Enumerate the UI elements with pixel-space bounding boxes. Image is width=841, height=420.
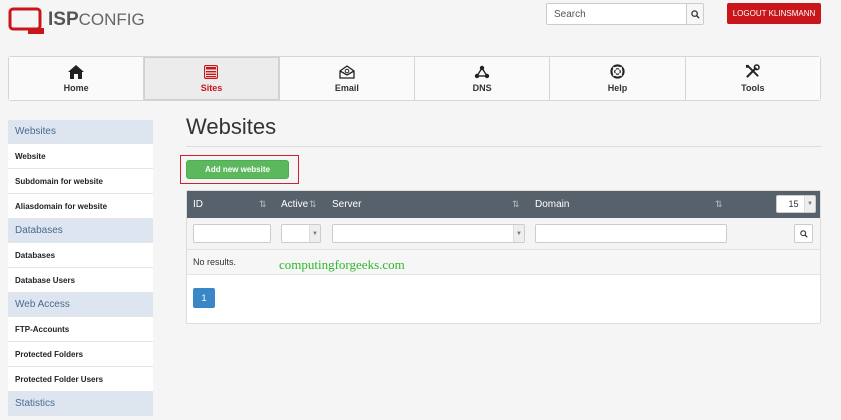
main-nav: Home Sites Email DNS Help Tools: [8, 56, 821, 101]
table-header: ID ⇅ Active ⇅ Server ⇅ Domain ⇅ 15 ▼: [187, 191, 820, 218]
per-page-value: 15: [788, 199, 799, 209]
logo-icon: [8, 7, 44, 34]
column-header-domain[interactable]: Domain: [535, 191, 569, 218]
chevron-down-icon: ▼: [309, 225, 320, 242]
tab-home-label: Home: [63, 82, 89, 93]
sidebar-section-databases: Databases: [8, 219, 153, 243]
sort-domain-icon[interactable]: ⇅: [715, 199, 723, 210]
help-icon: [610, 64, 625, 79]
tab-email[interactable]: Email: [279, 57, 415, 100]
sidebar-section-web-access: Web Access: [8, 293, 153, 317]
sites-icon: [204, 64, 219, 79]
sidebar: Websites Website Subdomain for website A…: [8, 120, 153, 416]
search-icon: [799, 229, 808, 238]
sidebar-item-aliasdomain[interactable]: Aliasdomain for website: [8, 194, 153, 219]
tab-sites[interactable]: Sites: [144, 57, 280, 100]
logo-rest-text: CONFIG: [78, 10, 145, 29]
sidebar-item-database-users[interactable]: Database Users: [8, 268, 153, 293]
column-header-active[interactable]: Active: [281, 191, 308, 218]
add-new-website-button[interactable]: Add new website: [186, 160, 289, 179]
tab-sites-label: Sites: [200, 82, 223, 93]
filter-server-select[interactable]: ▼: [332, 224, 525, 243]
column-header-server[interactable]: Server: [332, 191, 361, 218]
pagination-page-1[interactable]: 1: [193, 288, 215, 308]
tab-email-label: Email: [334, 82, 359, 93]
sort-active-icon[interactable]: ⇅: [309, 199, 317, 210]
sidebar-item-subdomain[interactable]: Subdomain for website: [8, 169, 153, 194]
dns-icon: [474, 65, 490, 78]
sidebar-item-databases[interactable]: Databases: [8, 243, 153, 268]
filter-domain-input[interactable]: [535, 224, 727, 243]
sidebar-section-websites: Websites: [8, 120, 153, 144]
tab-help-label: Help: [607, 83, 628, 93]
tab-dns-label: DNS: [472, 82, 492, 93]
column-header-id[interactable]: ID: [193, 191, 203, 218]
watermark-text: computingforgeeks.com: [279, 257, 405, 272]
home-icon: [68, 64, 85, 79]
tab-tools[interactable]: Tools: [685, 57, 820, 100]
sidebar-item-website[interactable]: Website: [8, 144, 153, 169]
logo-bold-text: ISP: [48, 9, 79, 30]
tab-help[interactable]: Help: [550, 57, 686, 100]
search-box: [546, 3, 704, 25]
search-input[interactable]: [547, 4, 686, 24]
title-divider: [186, 146, 821, 147]
filter-active-select[interactable]: ▼: [281, 224, 321, 243]
tab-dns[interactable]: DNS: [414, 57, 551, 100]
ispconfig-logo[interactable]: ISPCONFIG: [8, 6, 168, 36]
chevron-down-icon: ▼: [513, 225, 524, 242]
sort-id-icon[interactable]: ⇅: [259, 199, 267, 210]
tools-icon: [746, 64, 761, 78]
tab-tools-label: Tools: [741, 83, 765, 93]
search-icon: [690, 9, 700, 19]
search-button[interactable]: [686, 4, 703, 24]
filter-id-input[interactable]: [193, 224, 271, 243]
sort-server-icon[interactable]: ⇅: [512, 199, 520, 210]
logout-button[interactable]: LOGOUT KLINSMANN: [727, 3, 821, 24]
sidebar-item-ftp-accounts[interactable]: FTP-Accounts: [8, 317, 153, 342]
chevron-down-icon: ▼: [804, 196, 815, 212]
tab-home[interactable]: Home: [9, 57, 145, 100]
filter-row: ▼ ▼: [187, 218, 820, 250]
per-page-select[interactable]: 15 ▼: [776, 195, 816, 213]
email-icon: [339, 64, 355, 79]
sidebar-item-protected-folders[interactable]: Protected Folders: [8, 342, 153, 367]
page-title: Websites: [186, 114, 277, 139]
sidebar-item-protected-folder-users[interactable]: Protected Folder Users: [8, 367, 153, 392]
filter-search-button[interactable]: [794, 224, 813, 243]
sidebar-section-statistics: Statistics: [8, 392, 153, 416]
